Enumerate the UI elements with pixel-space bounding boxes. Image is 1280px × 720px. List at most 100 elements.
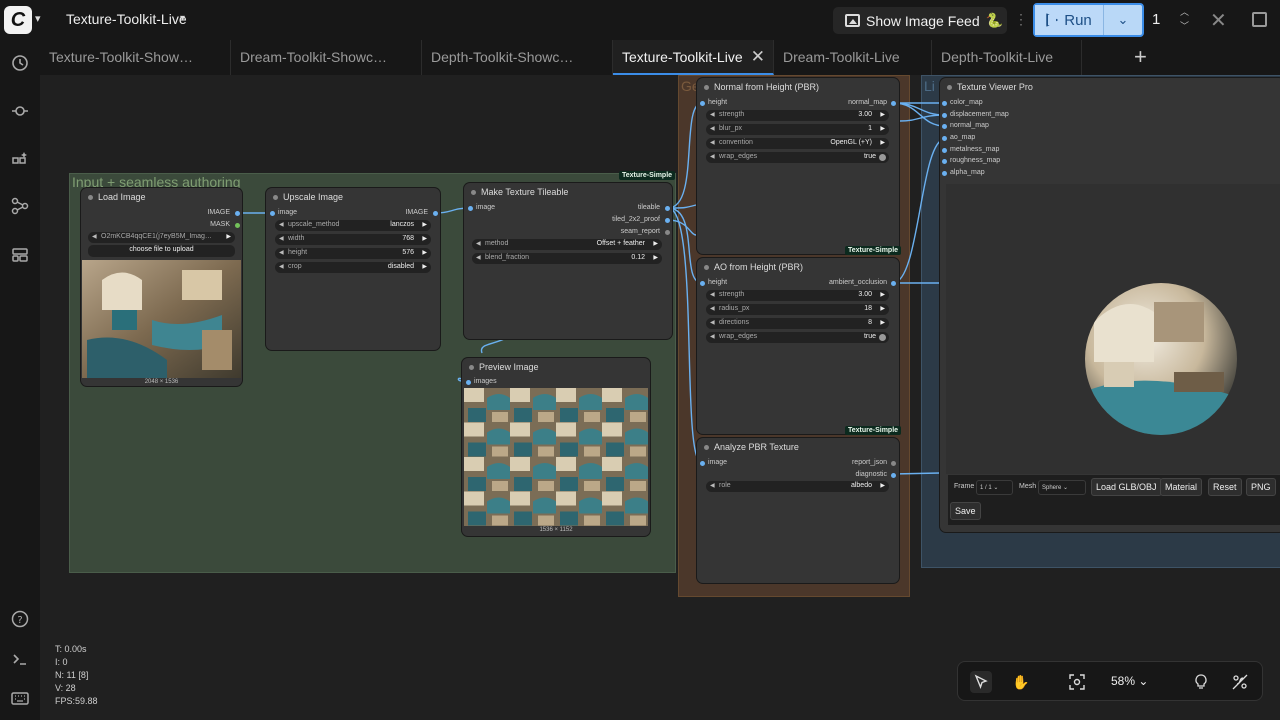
- input-slot-height[interactable]: [700, 101, 705, 106]
- input-slot-normal-map[interactable]: [942, 124, 947, 129]
- input-slot-metalness-map[interactable]: [942, 148, 947, 153]
- widget-wrap-edges-toggle[interactable]: wrap_edges true: [706, 152, 889, 163]
- hide-links-icon[interactable]: [1229, 671, 1251, 693]
- input-slot-height[interactable]: [700, 281, 705, 286]
- node-preview-image[interactable]: Preview Image images 1536 × 1152: [462, 358, 650, 536]
- output-slot-mask[interactable]: [235, 223, 240, 228]
- upload-button[interactable]: choose file to upload: [88, 245, 235, 257]
- widget-radius-px[interactable]: radius_px 18: [706, 304, 889, 315]
- widget-directions[interactable]: directions 8: [706, 318, 889, 329]
- output-slot-image[interactable]: [235, 211, 240, 216]
- templates-icon[interactable]: [9, 245, 31, 267]
- frame-select[interactable]: 1 / 1 ⌄: [976, 480, 1013, 495]
- show-image-feed-label: Show Image Feed: [866, 12, 980, 29]
- help-icon[interactable]: ?: [9, 609, 31, 631]
- input-slot-displacement-map[interactable]: [942, 113, 947, 118]
- workflows-icon[interactable]: [9, 196, 31, 218]
- output-slot-label: tileable: [637, 204, 660, 211]
- keyboard-icon[interactable]: [9, 688, 31, 710]
- widget-blend-fraction[interactable]: blend_fraction 0.12: [472, 253, 662, 264]
- 3d-viewport[interactable]: [946, 184, 1280, 474]
- chevron-down-icon[interactable]: ▾: [35, 12, 41, 25]
- widget-wrap-edges-toggle[interactable]: wrap_edges true: [706, 332, 889, 343]
- file-select[interactable]: O2mKCB4qqCE1(j7eyB5M_Imag…: [88, 232, 235, 243]
- save-button[interactable]: Save: [950, 502, 981, 520]
- input-slot-roughness-map[interactable]: [942, 159, 947, 164]
- maximize-icon[interactable]: [1252, 12, 1267, 27]
- input-slot-alpha-map[interactable]: [942, 171, 947, 176]
- widget-crop[interactable]: crop disabled: [275, 262, 431, 273]
- node-make-texture-tileable[interactable]: Make Texture Tileable image tileable til…: [464, 183, 672, 339]
- tab-texture-toolkit-live[interactable]: Texture-Toolkit-Live ✕: [613, 40, 774, 75]
- image-dimensions: 1536 × 1152: [539, 527, 573, 533]
- png-button[interactable]: PNG: [1246, 478, 1276, 496]
- history-icon[interactable]: [9, 53, 31, 75]
- widget-label: method: [485, 240, 509, 247]
- load-glb-obj-button[interactable]: Load GLB/OBJ: [1091, 478, 1162, 496]
- input-slot-image[interactable]: [270, 211, 275, 216]
- workflow-menu-chevron-icon[interactable]: ▾: [180, 13, 185, 24]
- input-slot-image[interactable]: [700, 461, 705, 466]
- mesh-select[interactable]: Sphere ⌄: [1038, 480, 1086, 495]
- run-options-chevron-icon[interactable]: ⌄: [1104, 5, 1142, 35]
- show-image-feed-button[interactable]: Show Image Feed 🐍: [833, 7, 1007, 34]
- workflow-title[interactable]: Texture-Toolkit-Live: [66, 11, 187, 27]
- output-slot-seam-report[interactable]: [665, 230, 670, 235]
- widget-upscale-method[interactable]: upscale_method lanczos: [275, 220, 431, 231]
- node-analyze-pbr-texture[interactable]: Analyze PBR Texture image report_json di…: [697, 438, 899, 583]
- tab-texture-toolkit-showcase[interactable]: Texture-Toolkit-Show…: [40, 40, 231, 75]
- node-upscale-image[interactable]: Upscale Image image IMAGE upscale_method…: [266, 188, 440, 350]
- tab-depth-toolkit-live[interactable]: Depth-Toolkit-Live: [932, 40, 1082, 75]
- input-slot-color-map[interactable]: [942, 101, 947, 106]
- widget-method[interactable]: method Offset + feather: [472, 239, 662, 250]
- widget-label: strength: [719, 291, 745, 298]
- output-slot-image[interactable]: [433, 211, 438, 216]
- model-library-icon[interactable]: [9, 149, 31, 171]
- output-slot-tiled-proof[interactable]: [665, 218, 670, 223]
- node-texture-viewer-pro[interactable]: Texture Viewer Pro color_map displacemen…: [940, 78, 1280, 532]
- node-ao-from-height[interactable]: AO from Height (PBR) height ambient_occl…: [697, 258, 899, 434]
- widget-label: directions: [719, 319, 749, 326]
- select-cursor-icon[interactable]: [970, 671, 992, 693]
- tab-dream-toolkit-live[interactable]: Dream-Toolkit-Live: [774, 40, 932, 75]
- hand-pan-icon[interactable]: ✋: [1010, 671, 1032, 693]
- reset-button[interactable]: Reset: [1208, 478, 1242, 496]
- lightbulb-icon[interactable]: [1190, 671, 1212, 693]
- widget-role[interactable]: role albedo: [706, 481, 889, 492]
- node-load-image[interactable]: Load Image IMAGE MASK O2mKCB4qqCE1(j7eyB…: [81, 188, 242, 386]
- output-slot-normal-map[interactable]: [891, 101, 896, 106]
- new-tab-plus-icon[interactable]: +: [1134, 44, 1147, 70]
- tab-depth-toolkit-showcase[interactable]: Depth-Toolkit-Showc…: [422, 40, 613, 75]
- input-slot-images[interactable]: [466, 380, 471, 385]
- output-slot-ambient-occlusion[interactable]: [891, 281, 896, 286]
- tab-dream-toolkit-showcase[interactable]: Dream-Toolkit-Showc…: [231, 40, 422, 75]
- tab-close-icon[interactable]: ✕: [751, 47, 765, 67]
- widget-strength[interactable]: strength 3.00: [706, 290, 889, 301]
- close-icon[interactable]: ✕: [1210, 8, 1227, 33]
- widget-height[interactable]: height 576: [275, 248, 431, 259]
- widget-convention[interactable]: convention OpenGL (+Y): [706, 138, 889, 149]
- input-slot-ao-map[interactable]: [942, 136, 947, 141]
- decrement-icon[interactable]: ﹀: [1180, 19, 1189, 33]
- output-slot-tileable[interactable]: [665, 206, 670, 211]
- widget-strength[interactable]: strength 3.00: [706, 110, 889, 121]
- graph-canvas[interactable]: Input + seamless authoring Ge Li Load Im…: [40, 75, 1280, 720]
- terminal-icon[interactable]: [9, 649, 31, 671]
- output-slot-report-json[interactable]: [891, 461, 896, 466]
- queue-count-stepper[interactable]: ︿ ﹀: [1180, 5, 1189, 33]
- app-logo[interactable]: C: [4, 6, 32, 34]
- nodes-icon[interactable]: [9, 101, 31, 123]
- widget-label: blur_px: [719, 125, 742, 132]
- widget-blur-px[interactable]: blur_px 1: [706, 124, 889, 135]
- node-normal-from-height[interactable]: Normal from Height (PBR) height normal_m…: [697, 78, 899, 254]
- zoom-level-select[interactable]: 58% ⌄: [1111, 674, 1148, 688]
- increment-icon[interactable]: ︿: [1180, 5, 1189, 19]
- output-slot-label: ambient_occlusion: [829, 279, 887, 286]
- run-button[interactable]: Run: [1035, 5, 1104, 35]
- output-slot-diagnostic[interactable]: [891, 473, 896, 478]
- input-slot-image[interactable]: [468, 206, 473, 211]
- material-button[interactable]: Material: [1160, 478, 1203, 496]
- widget-width[interactable]: width 768: [275, 234, 431, 245]
- fit-view-icon[interactable]: [1066, 671, 1088, 693]
- queue-count-input[interactable]: 1: [1152, 11, 1160, 28]
